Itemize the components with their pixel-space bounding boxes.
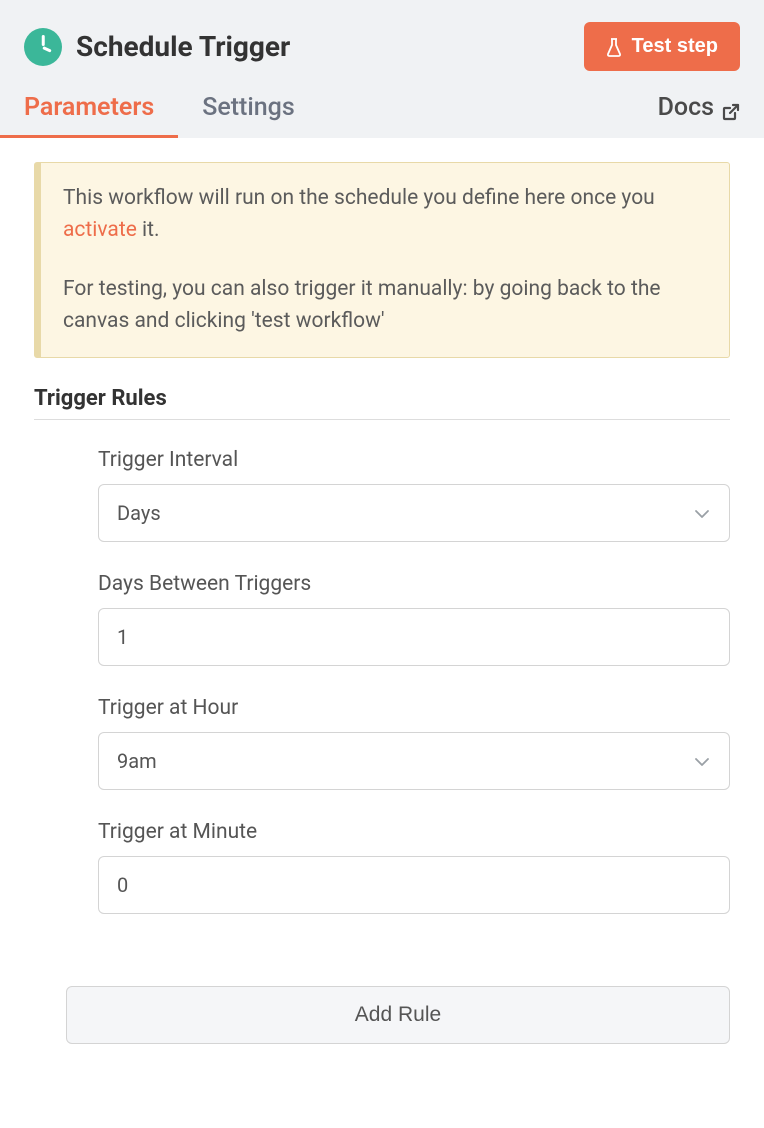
days-between-label: Days Between Triggers <box>98 572 730 596</box>
tab-settings[interactable]: Settings <box>202 93 295 138</box>
test-step-button[interactable]: Test step <box>584 22 740 71</box>
add-rule-button[interactable]: Add Rule <box>66 986 730 1044</box>
days-between-input[interactable] <box>98 608 730 666</box>
hour-select[interactable]: 9am <box>98 732 730 790</box>
interval-select[interactable]: Days <box>98 484 730 542</box>
docs-link[interactable]: Docs <box>658 93 740 138</box>
interval-value: Days <box>117 501 161 525</box>
clock-icon <box>24 28 62 66</box>
hour-value: 9am <box>117 749 157 773</box>
callout-text-2: For testing, you can also trigger it man… <box>63 274 707 337</box>
external-link-icon <box>722 99 740 117</box>
minute-label: Trigger at Minute <box>98 820 730 844</box>
page-title: Schedule Trigger <box>76 30 290 63</box>
interval-label: Trigger Interval <box>98 448 730 472</box>
docs-label: Docs <box>658 93 714 122</box>
chevron-down-icon <box>693 752 711 770</box>
minute-input[interactable] <box>98 856 730 914</box>
test-step-label: Test step <box>632 35 718 58</box>
callout-text-1b: it. <box>137 218 160 242</box>
chevron-down-icon <box>693 504 711 522</box>
hour-label: Trigger at Hour <box>98 696 730 720</box>
activate-link[interactable]: activate <box>63 218 137 242</box>
section-title: Trigger Rules <box>34 386 730 420</box>
flask-icon <box>606 37 622 57</box>
callout-text-1a: This workflow will run on the schedule y… <box>63 186 655 210</box>
tab-parameters[interactable]: Parameters <box>24 93 154 138</box>
info-callout: This workflow will run on the schedule y… <box>34 162 730 358</box>
